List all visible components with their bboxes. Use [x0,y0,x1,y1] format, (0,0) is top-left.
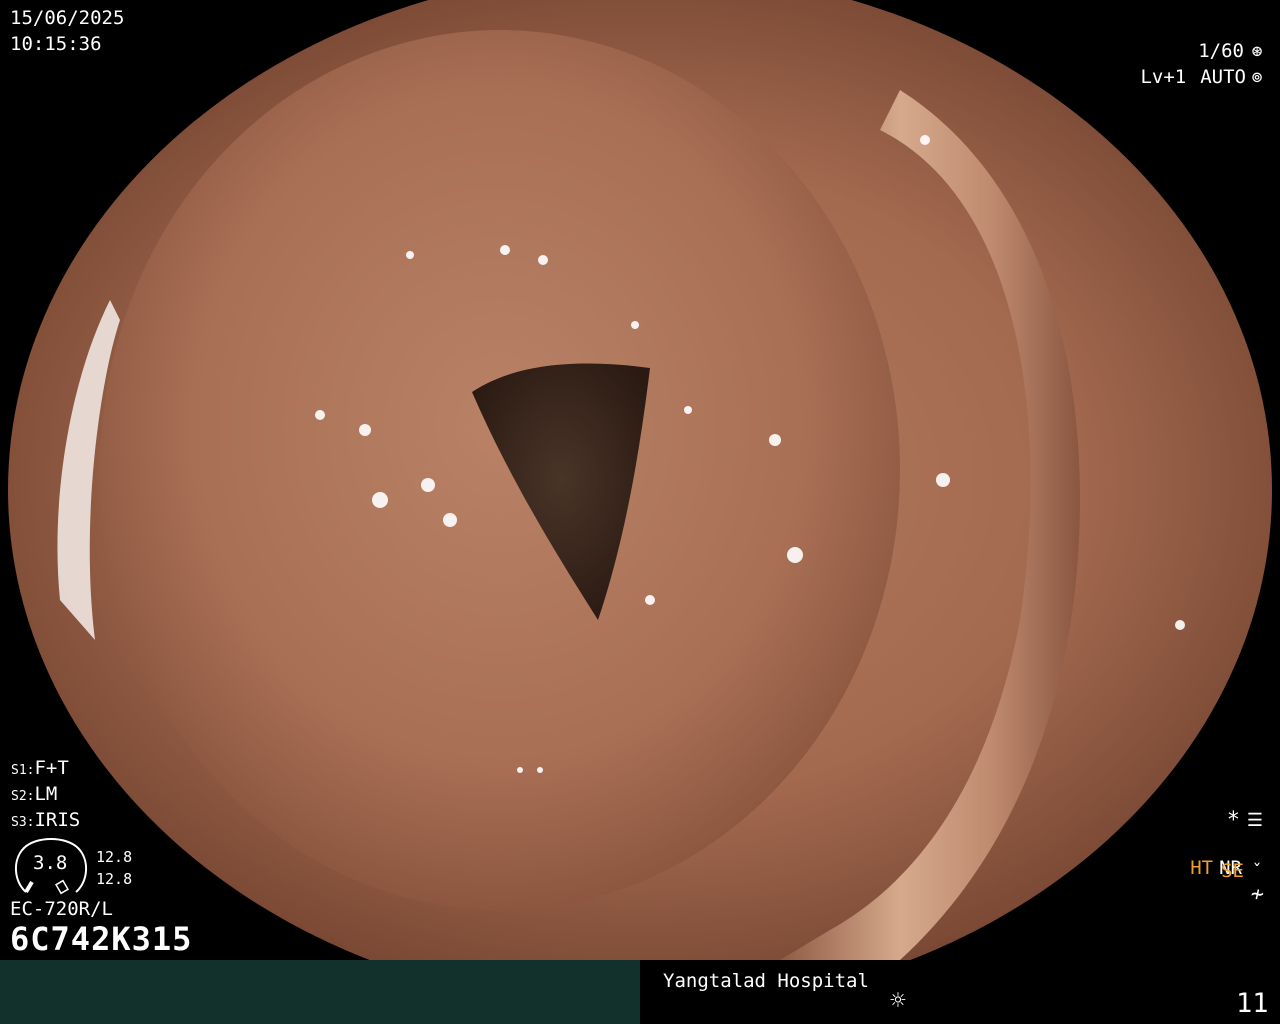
exam-date: 15/06/2025 [10,7,125,29]
setting-s3: S3:IRIS [11,809,81,831]
scope-model: EC-720R/L [10,898,113,920]
ht-indicator: HT [1190,857,1214,879]
exposure-status: Lv+1 AUTO ⊚ [1140,66,1268,88]
light-icon: ☼ [890,986,906,1016]
setting-s2: S2:LM [11,783,58,805]
exam-time: 10:15:36 [10,33,102,55]
settings-list-icon: ☰ [1246,810,1264,831]
exposure-mode: AUTO ⊚ [1200,66,1268,88]
shutter-value: 1/60 [1198,40,1244,62]
iris-icon: ⊚ [1251,67,1263,88]
footer-bar-left [0,960,640,1024]
curve-icon: ˇ [1251,860,1263,882]
zoom-value: 3.8 [33,852,68,874]
setting-s1: S1:F+T [11,757,69,779]
shutter-speed: 1/60 ⊛ [1198,40,1268,62]
hospital-name: Yangtalad Hospital [663,970,869,992]
readout-top: 12.8 [96,848,133,866]
aperture-icon: ⊛ [1251,40,1263,62]
mucosa-image [8,0,1272,960]
se-indicator: SE ˇ [1221,860,1268,882]
image-count: 11 [1236,988,1269,1019]
readout-bottom: 12.8 [96,870,133,888]
brightness-level: Lv+1 [1140,66,1187,88]
extra-indicator: ≁ [1250,882,1264,907]
endoscopy-view [8,0,1272,960]
star-indicator: * [1226,808,1240,833]
scope-serial: 6C742K315 [10,920,193,958]
menu-indicator: * ☰ [1227,808,1266,833]
